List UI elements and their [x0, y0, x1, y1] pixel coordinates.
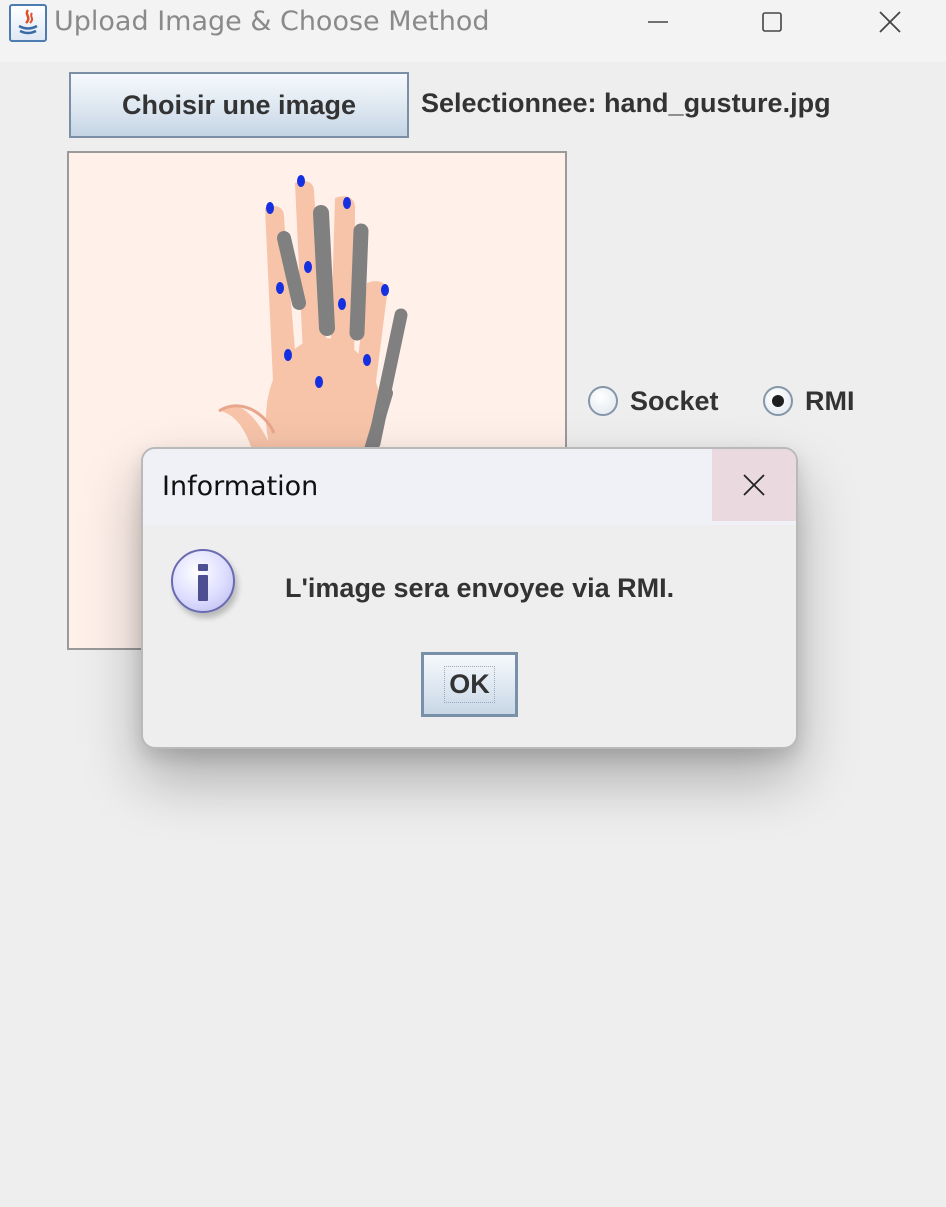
dialog-message: L'image sera envoyee via RMI.: [285, 573, 675, 603]
radio-rmi-circle[interactable]: [763, 386, 793, 416]
dialog-close-button[interactable]: [712, 449, 796, 521]
maximize-icon: [762, 12, 782, 32]
radio-socket-label[interactable]: Socket: [630, 386, 719, 417]
info-icon: [171, 549, 235, 613]
radio-socket[interactable]: Socket: [588, 384, 719, 418]
window-titlebar: Upload Image & Choose Method: [0, 0, 946, 62]
information-dialog: Information L'image sera envoyee via RMI…: [141, 447, 798, 749]
maximize-button[interactable]: [742, 0, 802, 44]
ok-button-label[interactable]: OK: [444, 666, 495, 703]
minimize-icon: [648, 21, 668, 23]
window-title: Upload Image & Choose Method: [54, 6, 490, 37]
close-icon: [879, 11, 901, 33]
radio-socket-circle[interactable]: [588, 386, 618, 416]
dialog-title: Information: [162, 471, 319, 502]
choose-image-button[interactable]: Choisir une image: [69, 72, 409, 138]
info-icon-stem: [198, 575, 208, 601]
close-icon: [743, 474, 765, 496]
ok-button[interactable]: OK: [421, 652, 518, 717]
info-icon-dot: [198, 564, 208, 571]
radio-rmi-label[interactable]: RMI: [805, 386, 855, 417]
dialog-titlebar: Information: [143, 449, 796, 525]
java-app-icon: [9, 4, 47, 42]
selected-file-label: Selectionnee: hand_gusture.jpg: [421, 88, 831, 118]
minimize-button[interactable]: [628, 0, 688, 44]
window-close-button[interactable]: [860, 0, 920, 44]
radio-rmi[interactable]: RMI: [763, 384, 855, 418]
radio-selected-dot: [772, 395, 784, 407]
